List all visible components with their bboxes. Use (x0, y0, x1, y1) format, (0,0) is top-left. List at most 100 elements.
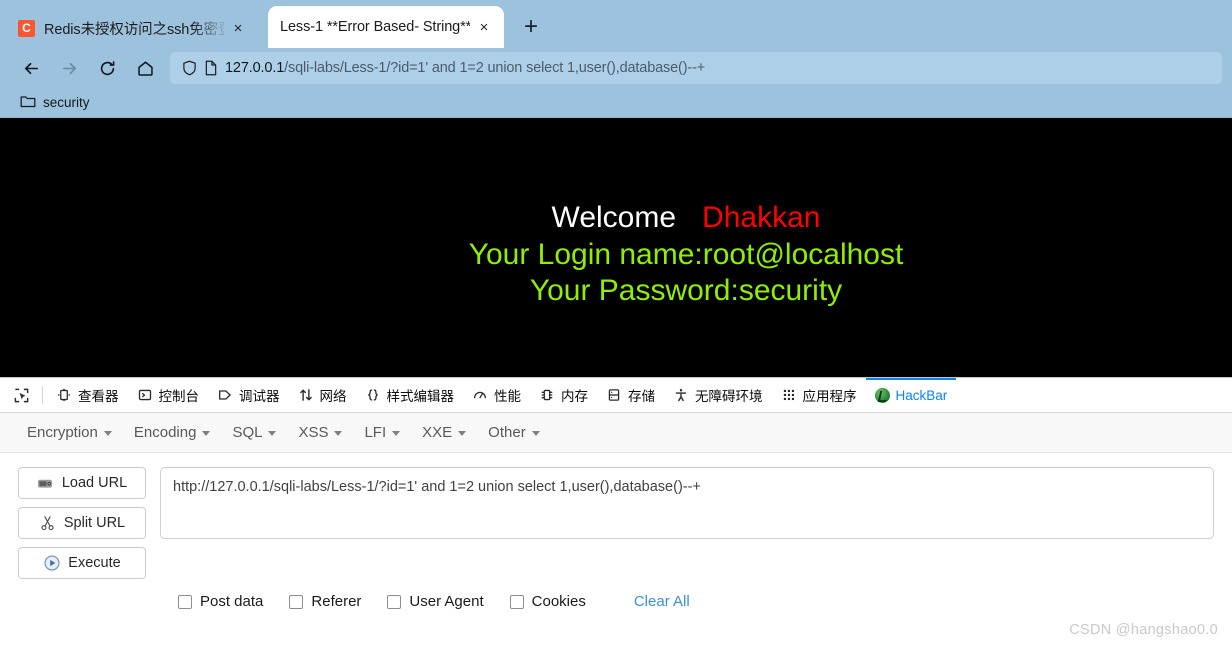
new-tab-button[interactable]: + (516, 12, 546, 42)
url-host: 127.0.0.1 (225, 60, 285, 76)
checkbox-referer[interactable]: Referer (289, 593, 361, 610)
checkbox-user-agent[interactable]: User Agent (387, 593, 484, 610)
tab-label: 内存 (561, 389, 588, 404)
chevron-down-icon (458, 431, 467, 436)
bookmarks-bar: security (0, 88, 1232, 118)
chevron-down-icon (268, 431, 277, 436)
execute-button[interactable]: Execute (18, 547, 146, 579)
menu-label: Encoding (133, 424, 197, 441)
application-icon (781, 387, 797, 403)
menu-label: XXE (422, 424, 453, 441)
hackbar-body: Load URL Split URL Execute (0, 453, 1232, 579)
tab-label: 应用程序 (802, 389, 857, 404)
hackbar-icon (874, 387, 890, 403)
button-label: Split URL (63, 515, 126, 531)
tab-strip: C Redis未授权访问之ssh免密登录 × Less-1 **Error Ba… (0, 0, 1232, 48)
bookmark-security[interactable]: security (14, 92, 96, 113)
url-path: /sqli-labs/Less-1/?id=1' and 1=2 union s… (284, 60, 706, 76)
checkbox-label: User Agent (409, 593, 484, 610)
url-bar[interactable]: 127.0.0.1/sqli-labs/Less-1/?id=1' and 1=… (170, 52, 1222, 84)
storage-icon (606, 387, 622, 403)
checkbox-box[interactable] (289, 594, 304, 609)
menu-sql[interactable]: SQL (223, 420, 285, 445)
browser-tab-1[interactable]: C Redis未授权访问之ssh免密登录 × (6, 8, 258, 48)
csdn-c-icon: C (18, 19, 35, 37)
performance-icon (472, 387, 488, 403)
home-icon[interactable] (126, 52, 164, 84)
load-url-icon (37, 475, 54, 492)
menu-lfi[interactable]: LFI (355, 420, 409, 445)
checkbox-label: Referer (311, 593, 362, 610)
devtools-tab-memory[interactable]: 内存 (530, 378, 597, 412)
checkbox-box[interactable] (509, 594, 524, 609)
tab-label: HackBar (895, 387, 948, 403)
element-picker-icon[interactable] (4, 378, 38, 412)
menu-label: SQL (232, 424, 263, 441)
shield-icon[interactable] (182, 60, 197, 76)
checkbox-post-data[interactable]: Post data (178, 593, 263, 610)
menu-xxe[interactable]: XXE (413, 420, 475, 445)
tab-label: 无障碍环境 (695, 389, 763, 404)
password-line: Your Password:security (529, 274, 843, 308)
checkbox-box[interactable] (178, 594, 192, 609)
page-icon[interactable] (204, 60, 218, 76)
network-icon (298, 387, 314, 403)
navigation-bar: 127.0.0.1/sqli-labs/Less-1/?id=1' and 1=… (0, 48, 1232, 88)
chevron-down-icon (531, 431, 540, 436)
menu-encryption[interactable]: Encryption (18, 420, 121, 445)
devtools-tab-storage[interactable]: 存储 (597, 378, 664, 412)
menu-xss[interactable]: XSS (289, 420, 351, 445)
debugger-icon (217, 387, 233, 403)
close-icon[interactable]: × (474, 17, 494, 37)
checkbox-label: Cookies (531, 593, 586, 610)
split-url-button[interactable]: Split URL (18, 507, 146, 539)
sqli-result-block: Welcome Dhakkan Your Login name:root@loca… (0, 200, 1232, 310)
tab-label: 网络 (319, 389, 347, 404)
devtools-tab-hackbar[interactable]: HackBar (865, 378, 957, 412)
devtools-tab-debugger[interactable]: 调试器 (208, 378, 289, 412)
close-icon[interactable]: × (228, 18, 248, 38)
checkbox-cookies[interactable]: Cookies (509, 593, 586, 610)
folder-icon (20, 94, 36, 111)
devtools-tab-performance[interactable]: 性能 (463, 378, 530, 412)
accessibility-icon (673, 387, 689, 403)
url-textarea[interactable] (160, 467, 1214, 539)
hackbar-options-row: Post data Referer User Agent Cookies Cle… (0, 579, 1232, 610)
devtools-tab-network[interactable]: 网络 (289, 378, 356, 412)
reload-icon[interactable] (88, 52, 126, 84)
chevron-down-icon (334, 431, 343, 436)
checkbox-label: Post data (200, 593, 264, 610)
chevron-down-icon (202, 431, 211, 436)
back-arrow-icon[interactable] (12, 52, 50, 84)
tab-label: 调试器 (239, 389, 280, 404)
menu-other[interactable]: Other (479, 420, 549, 445)
console-icon (137, 387, 153, 403)
tab-label: 存储 (628, 389, 655, 404)
devtools-tab-accessibility[interactable]: 无障碍环境 (664, 378, 772, 412)
browser-window: C Redis未授权访问之ssh免密登录 × Less-1 **Error Ba… (0, 0, 1232, 646)
devtools-panel: 查看器 控制台 调试器 网络 样式编辑器 性能 内存 存储 无障碍环境 应用程序… (0, 377, 1232, 610)
devtools-toolbar: 查看器 控制台 调试器 网络 样式编辑器 性能 内存 存储 无障碍环境 应用程序… (0, 378, 1232, 413)
hackbar-panel: Encryption Encoding SQL XSS LFI XXE Othe… (0, 413, 1232, 610)
devtools-tab-style-editor[interactable]: 样式编辑器 (356, 378, 464, 412)
tab-label: 性能 (494, 389, 521, 404)
browser-tab-2[interactable]: Less-1 **Error Based- String** × (268, 6, 504, 48)
clear-all-link[interactable]: Clear All (634, 593, 690, 610)
execute-icon (43, 555, 60, 572)
login-name-line: Your Login name:root@localhost (468, 237, 904, 271)
devtools-tab-inspector[interactable]: 查看器 (47, 378, 128, 412)
page-viewport: Welcome Dhakkan Your Login name:root@loca… (0, 118, 1232, 377)
load-url-button[interactable]: Load URL (18, 467, 146, 499)
menu-label: Other (488, 424, 526, 441)
checkbox-box[interactable] (387, 594, 402, 609)
chevron-down-icon (103, 431, 112, 436)
devtools-tab-console[interactable]: 控制台 (128, 378, 209, 412)
devtools-tab-application[interactable]: 应用程序 (772, 378, 866, 412)
hackbar-action-buttons: Load URL Split URL Execute (18, 467, 146, 579)
tab-label: 样式编辑器 (386, 389, 455, 404)
tab-label: 查看器 (78, 389, 119, 404)
menu-label: Encryption (27, 424, 98, 441)
menu-encoding[interactable]: Encoding (125, 420, 220, 445)
memory-icon (539, 387, 555, 403)
menu-label: XSS (298, 424, 329, 441)
